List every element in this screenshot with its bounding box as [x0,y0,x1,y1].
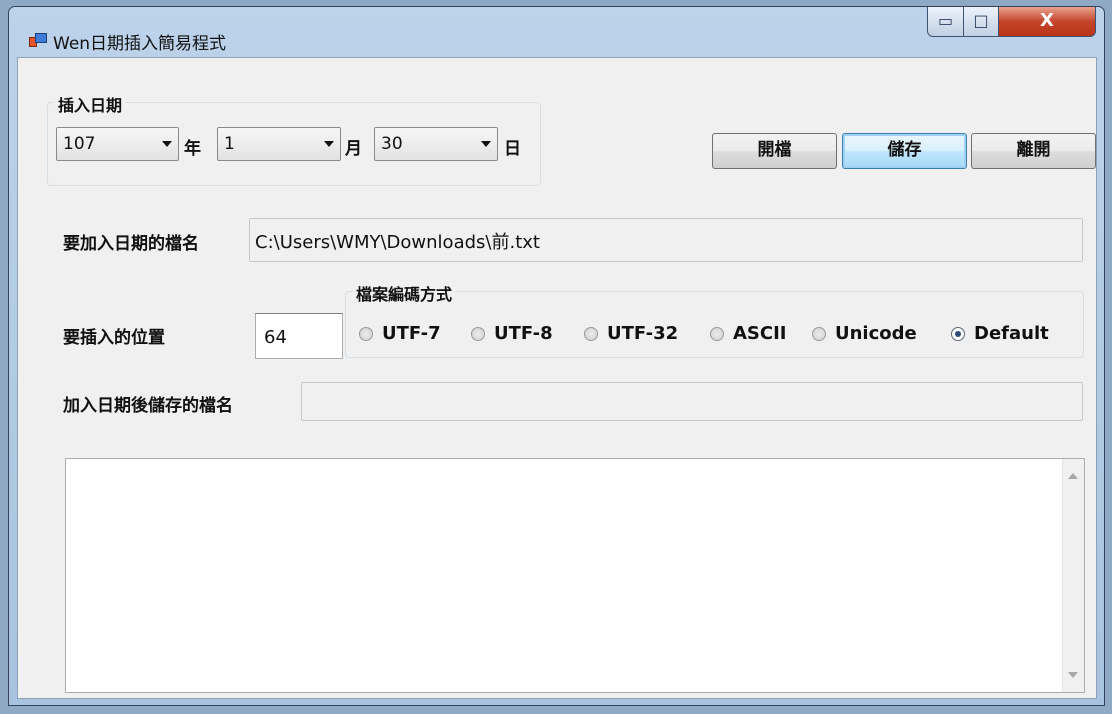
position-input[interactable]: 64 [255,313,343,359]
radio-icon [812,327,826,341]
open-file-button[interactable]: 開檔 [712,133,837,169]
year-unit-label: 年 [184,139,201,159]
day-value: 30 [381,134,403,154]
maximize-button[interactable]: □ [963,7,999,37]
radio-utf8-label: UTF-8 [494,323,553,344]
scroll-down-icon[interactable] [1068,672,1078,678]
encoding-group-title: 檔案編碼方式 [353,281,456,305]
day-select[interactable]: 30 [374,127,498,161]
output-name-label: 加入日期後儲存的檔名 [63,396,233,416]
month-unit-label: 月 [345,139,362,159]
minimize-icon: ▭ [937,11,954,30]
month-select[interactable]: 1 [217,127,341,161]
position-label: 要插入的位置 [63,328,165,348]
close-icon: X [1040,10,1054,31]
scroll-up-icon[interactable] [1068,473,1078,479]
radio-icon [710,327,724,341]
window-title: Wen日期插入簡易程式 [53,34,227,54]
radio-icon [471,327,485,341]
vertical-scrollbar[interactable] [1062,459,1084,692]
title-bar[interactable]: Wen日期插入簡易程式 ▭ □ X [9,7,1104,57]
chevron-down-icon [324,141,334,147]
chevron-down-icon [162,141,172,147]
radio-utf7-label: UTF-7 [382,323,441,344]
radio-default-label: Default [974,323,1049,344]
date-group-title: 插入日期 [55,92,126,116]
exit-button[interactable]: 離開 [971,133,1096,169]
radio-icon [359,327,373,341]
output-name-field[interactable] [301,382,1083,421]
app-window: Wen日期插入簡易程式 ▭ □ X 插入日期 107 年 1 月 30 日 開檔… [8,6,1105,706]
radio-selected-icon [951,327,965,341]
client-area: 插入日期 107 年 1 月 30 日 開檔 儲存 離開 要加入日期的檔名 C:… [17,57,1097,699]
minimize-button[interactable]: ▭ [927,7,964,37]
file-name-value: C:\Users\WMY\Downloads\前.txt [255,232,540,253]
maximize-icon: □ [973,11,989,30]
save-button[interactable]: 儲存 [842,133,967,169]
radio-icon [584,327,598,341]
radio-ascii-label: ASCII [733,323,787,344]
radio-unicode-label: Unicode [835,323,917,344]
file-name-label: 要加入日期的檔名 [63,234,199,254]
content-textarea[interactable] [65,458,1085,693]
year-value: 107 [63,134,96,154]
day-unit-label: 日 [504,139,521,159]
chevron-down-icon [481,141,491,147]
year-select[interactable]: 107 [56,127,179,161]
close-button[interactable]: X [998,7,1096,37]
radio-utf32-label: UTF-32 [607,323,679,344]
app-icon[interactable] [29,33,47,47]
month-value: 1 [224,134,235,154]
file-name-field[interactable]: C:\Users\WMY\Downloads\前.txt [249,218,1083,262]
position-value: 64 [264,327,287,348]
